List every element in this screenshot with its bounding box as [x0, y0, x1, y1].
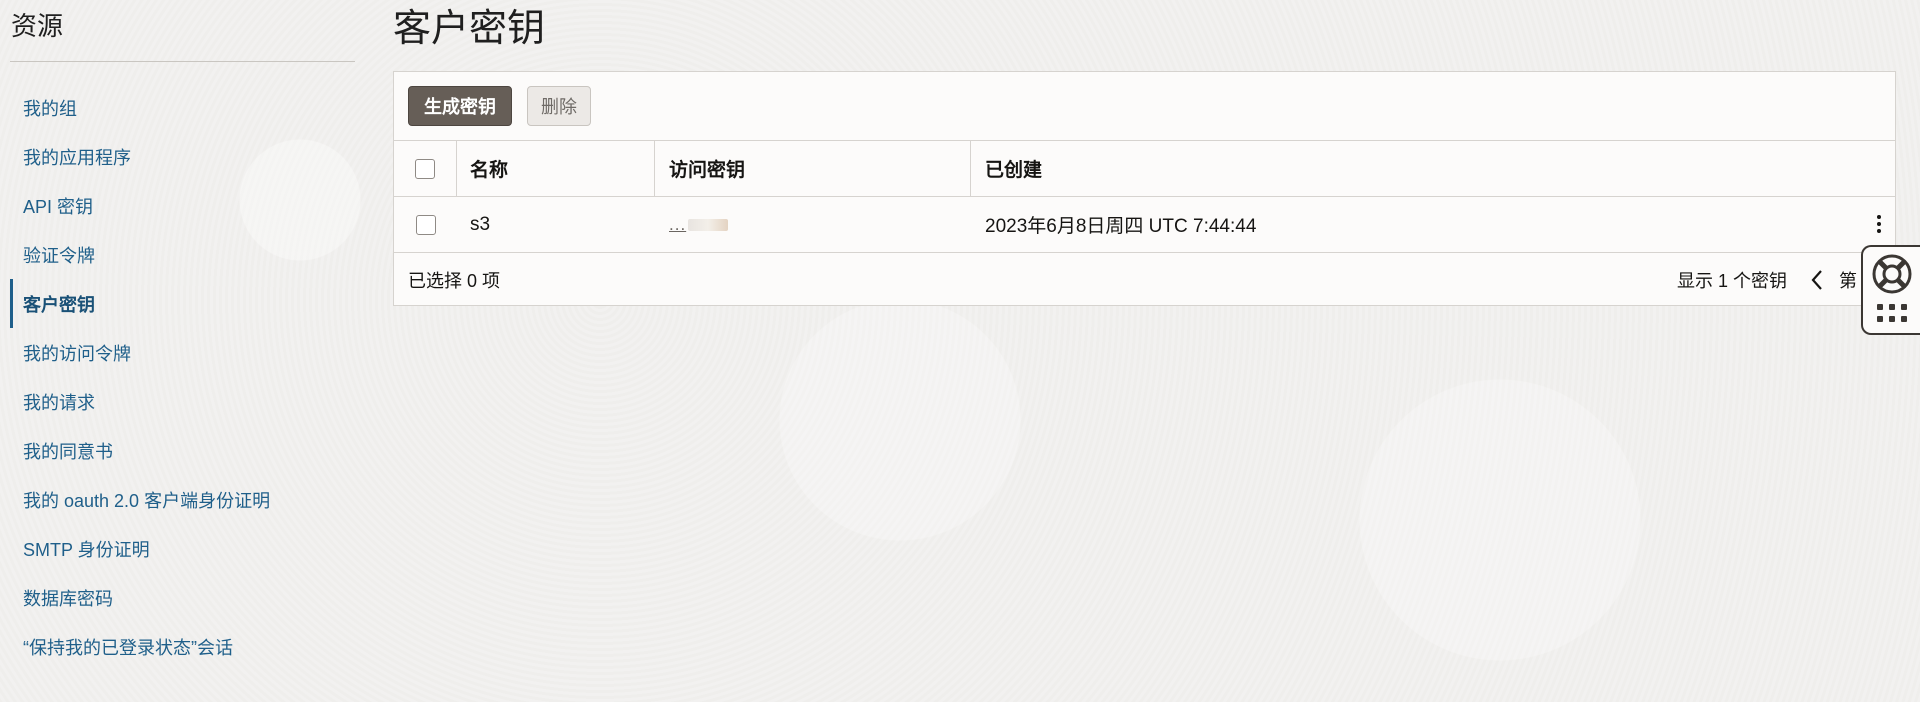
generate-key-button[interactable]: 生成密钥 — [408, 86, 512, 126]
row-checkbox[interactable] — [415, 214, 436, 235]
chevron-left-icon[interactable] — [1805, 265, 1829, 295]
row-select-cell — [394, 197, 457, 252]
access-key-masked — [688, 218, 729, 231]
sidebar-item-customer-secret-keys[interactable]: 客户密钥 — [10, 279, 355, 328]
table-row: s3 ... 2023年6月8日周四 UTC 7:44:44 — [394, 197, 1895, 253]
lifebuoy-icon[interactable] — [1871, 253, 1913, 295]
select-all-checkbox[interactable] — [415, 158, 435, 179]
page-title: 客户密钥 — [393, 8, 546, 50]
delete-button[interactable]: 删除 — [527, 86, 591, 126]
help-widget — [1861, 245, 1920, 335]
sidebar-divider — [10, 61, 355, 62]
customer-keys-table-panel: 生成密钥 删除 名称 访问密钥 已创建 s3 ... 2023年6月8日周四 U… — [393, 71, 1896, 306]
sidebar-title: 资源 — [11, 11, 64, 41]
column-header-access-key[interactable]: 访问密钥 — [655, 141, 971, 196]
row-access-key-cell: ... — [655, 197, 971, 252]
access-key-link[interactable]: ... — [669, 215, 686, 235]
sidebar-item-oauth-credentials[interactable]: 我的 oauth 2.0 客户端身份证明 — [10, 475, 355, 524]
sidebar-item-auth-tokens[interactable]: 验证令牌 — [10, 230, 355, 279]
table-header-row: 名称 访问密钥 已创建 — [394, 141, 1895, 197]
column-header-name[interactable]: 名称 — [457, 141, 655, 196]
sidebar-item-my-consents[interactable]: 我的同意书 — [10, 426, 355, 475]
row-created: 2023年6月8日周四 UTC 7:44:44 — [985, 216, 1257, 237]
sidebar-list: 我的组 我的应用程序 API 密钥 验证令牌 客户密钥 我的访问令牌 我的请求 … — [10, 83, 355, 671]
table-footer: 已选择 0 项 显示 1 个密钥 第 1 页 — [394, 253, 1895, 307]
sidebar-item-db-passwords[interactable]: 数据库密码 — [10, 573, 355, 622]
sidebar-item-my-groups[interactable]: 我的组 — [10, 83, 355, 132]
table-toolbar: 生成密钥 删除 — [394, 72, 1895, 141]
sidebar-item-smtp-credentials[interactable]: SMTP 身份证明 — [10, 524, 355, 573]
header-select-cell — [394, 141, 457, 196]
sidebar-item-my-access-tokens[interactable]: 我的访问令牌 — [10, 328, 355, 377]
row-name: s3 — [470, 213, 491, 235]
sidebar-item-signed-in-sessions[interactable]: “保持我的已登录状态”会话 — [10, 622, 355, 671]
sidebar-item-my-apps[interactable]: 我的应用程序 — [10, 132, 355, 181]
app-grid-icon[interactable] — [1877, 304, 1907, 326]
sidebar-item-api-keys[interactable]: API 密钥 — [10, 181, 355, 230]
sidebar-item-my-requests[interactable]: 我的请求 — [10, 377, 355, 426]
column-header-created[interactable]: 已创建 — [971, 141, 1871, 196]
showing-count: 显示 1 个密钥 — [1676, 271, 1787, 291]
selected-count: 已选择 0 项 — [408, 271, 501, 291]
vertical-ellipsis-icon[interactable] — [1869, 209, 1889, 239]
